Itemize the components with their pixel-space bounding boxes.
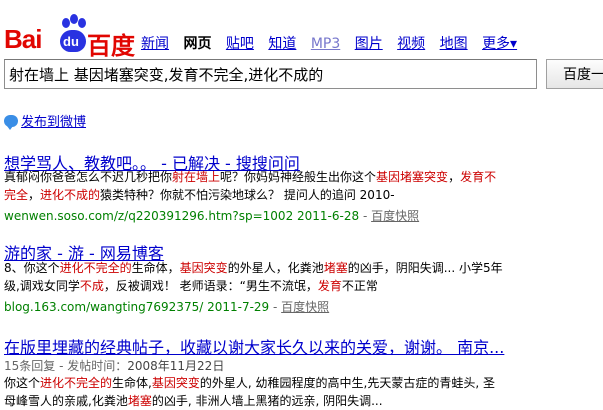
result-abstract-line: 完全，进化不成的猿类特种？你就不怕污染地球么？ 提问人的追问 2010- bbox=[4, 186, 395, 204]
snapshot-link[interactable]: 百度快照 bbox=[371, 209, 419, 223]
share-weibo-link[interactable]: 发布到微博 bbox=[21, 115, 86, 130]
highlight-term: 基因突变 bbox=[151, 376, 200, 390]
abstract-text: 8、你这个 bbox=[4, 261, 60, 275]
search-button[interactable]: 百度一下 bbox=[546, 59, 603, 89]
abstract-text: ， bbox=[28, 188, 41, 202]
logo-text-bai: Bai bbox=[4, 24, 42, 54]
abstract-text: 母峰雪人的亲戚,化粪池 bbox=[4, 394, 128, 408]
highlight-term: 射在墙上 bbox=[172, 170, 221, 184]
search-box[interactable] bbox=[4, 59, 537, 89]
highlight-term: 发育不 bbox=[460, 170, 497, 184]
abstract-text: 不正常 bbox=[341, 279, 378, 293]
highlight-term: 进化不完全的 bbox=[59, 261, 132, 275]
result-meta-date: 2008年11月22日 bbox=[127, 359, 225, 373]
highlight-term: 发育 bbox=[317, 279, 342, 293]
result-url-text[interactable]: wenwen.soso.com/z/q220391296.htm?sp=1002… bbox=[4, 209, 359, 223]
share-weibo[interactable]: 发布到微博 bbox=[4, 111, 86, 130]
nav-more[interactable]: 更多▾ bbox=[482, 36, 517, 52]
highlight-term: 基因突变 bbox=[179, 261, 228, 275]
abstract-text: 生命体， bbox=[131, 261, 180, 275]
logo-text-cn: 百度 bbox=[87, 32, 135, 60]
result-url-text[interactable]: blog.163.com/wangting7692375/ 2011-7-29 bbox=[4, 300, 269, 314]
highlight-term: 完全 bbox=[4, 188, 29, 202]
result-url: blog.163.com/wangting7692375/ 2011-7-29 … bbox=[4, 300, 330, 314]
abstract-text: 的外星人, 幼稚园程度的高中生,先天蒙古症的青蛙头, 圣 bbox=[199, 376, 495, 390]
abstract-text: ，反被调戏！ 老师语录：“男生不流氓， bbox=[103, 279, 318, 293]
highlight-term: 堵塞 bbox=[127, 394, 152, 408]
abstract-text: 真郁闷你爸爸怎么不迟几秒把你 bbox=[4, 170, 173, 184]
paw-toe-icon bbox=[78, 18, 86, 28]
highlight-term: 堵塞 bbox=[323, 261, 348, 275]
highlight-term: 基因堵塞突变 bbox=[376, 170, 449, 184]
nav-images[interactable]: 图片 bbox=[355, 36, 383, 52]
result-abstract-line: 你这个进化不完全的生命体,基因突变的外星人, 幼稚园程度的高中生,先天蒙古症的青… bbox=[4, 374, 495, 392]
paw-icon: du bbox=[60, 30, 86, 52]
snapshot-link[interactable]: 百度快照 bbox=[281, 300, 329, 314]
result-abstract-line: 母峰雪人的亲戚,化粪池堵塞的凶手, 非洲人墙上黑猪的远亲, 阴阳失调... bbox=[4, 392, 383, 410]
abstract-text: 的凶手, 非洲人墙上黑猪的远亲, 阴阳失调... bbox=[151, 394, 383, 408]
result-title[interactable]: 在版里埋藏的经典帖子，收藏以谢大家长久以来的关爱，谢谢。 南京... bbox=[4, 334, 504, 358]
paw-toe-icon bbox=[70, 14, 78, 24]
highlight-term: 不成 bbox=[79, 279, 104, 293]
search-input[interactable] bbox=[9, 61, 529, 87]
abstract-text: 级,调戏女同学 bbox=[4, 279, 80, 293]
paw-toe-icon bbox=[62, 18, 70, 28]
highlight-term: 进化不成的 bbox=[40, 188, 101, 202]
nav-web[interactable]: 网页 bbox=[183, 36, 211, 52]
result-meta: 15条回复 - 发帖时间：2008年11月22日 bbox=[4, 357, 224, 374]
nav-zhidao[interactable]: 知道 bbox=[268, 36, 296, 52]
abstract-text: 呢？你妈妈神经般生出你这个 bbox=[220, 170, 377, 184]
baidu-logo[interactable]: Bai du 百度 bbox=[4, 8, 139, 60]
abstract-text: 的凶手，阴阳失调... 小学5年 bbox=[347, 261, 503, 275]
nav-map[interactable]: 地图 bbox=[440, 36, 468, 52]
result-abstract-line: 级,调戏女同学不成，反被调戏！ 老师语录：“男生不流氓，发育不正常 bbox=[4, 277, 378, 295]
highlight-term: 进化不完全的 bbox=[40, 376, 113, 390]
abstract-text: 你这个 bbox=[4, 376, 41, 390]
weibo-icon bbox=[4, 115, 18, 130]
abstract-text: 猿类特种？你就不怕污染地球么？ 提问人的追问 2010- bbox=[100, 188, 395, 202]
nav-mp3[interactable]: MP3 bbox=[311, 36, 340, 52]
abstract-text: 的外星人，化粪池 bbox=[227, 261, 324, 275]
result-abstract-line: 真郁闷你爸爸怎么不迟几秒把你射在墙上呢？你妈妈神经般生出你这个基因堵塞突变，发育… bbox=[4, 168, 496, 186]
top-nav: 新闻 网页 贴吧 知道 MP3 图片 视频 地图 更多▾ bbox=[141, 33, 517, 53]
result-abstract-line: 8、你这个进化不完全的生命体，基因突变的外星人，化粪池堵塞的凶手，阴阳失调...… bbox=[4, 259, 503, 277]
nav-video[interactable]: 视频 bbox=[397, 36, 425, 52]
result-meta-label: 15条回复 - 发帖时间： bbox=[4, 359, 128, 373]
nav-news[interactable]: 新闻 bbox=[141, 36, 169, 52]
result-url: wenwen.soso.com/z/q220391296.htm?sp=1002… bbox=[4, 209, 420, 223]
abstract-text: 生命体, bbox=[112, 376, 152, 390]
nav-tieba[interactable]: 贴吧 bbox=[226, 36, 254, 52]
abstract-text: ， bbox=[448, 170, 461, 184]
